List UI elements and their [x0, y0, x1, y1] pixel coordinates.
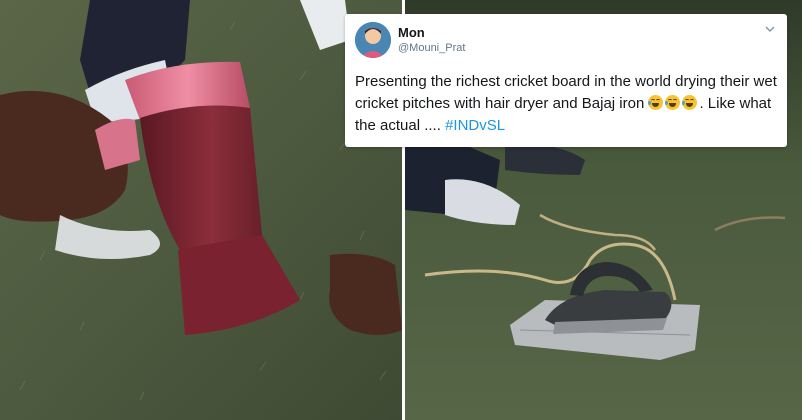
laughing-emoji-icon	[682, 95, 698, 110]
user-handle[interactable]: @Mouni_Prat	[398, 42, 465, 54]
laughing-emoji-icon	[648, 95, 664, 110]
tweet-card[interactable]: Mon @Mouni_Prat Presenting the richest c…	[345, 14, 787, 147]
hair-dryer-photo	[0, 0, 402, 420]
hashtag-link[interactable]: #INDvSL	[445, 117, 505, 134]
meme-image: Mon @Mouni_Prat Presenting the richest c…	[0, 0, 802, 420]
avatar[interactable]	[355, 22, 391, 58]
display-name[interactable]: Mon	[398, 25, 425, 40]
laughing-emoji-icon	[665, 95, 681, 110]
tweet-text: Presenting the richest cricket board in …	[355, 71, 783, 137]
chevron-down-icon[interactable]	[763, 22, 777, 36]
